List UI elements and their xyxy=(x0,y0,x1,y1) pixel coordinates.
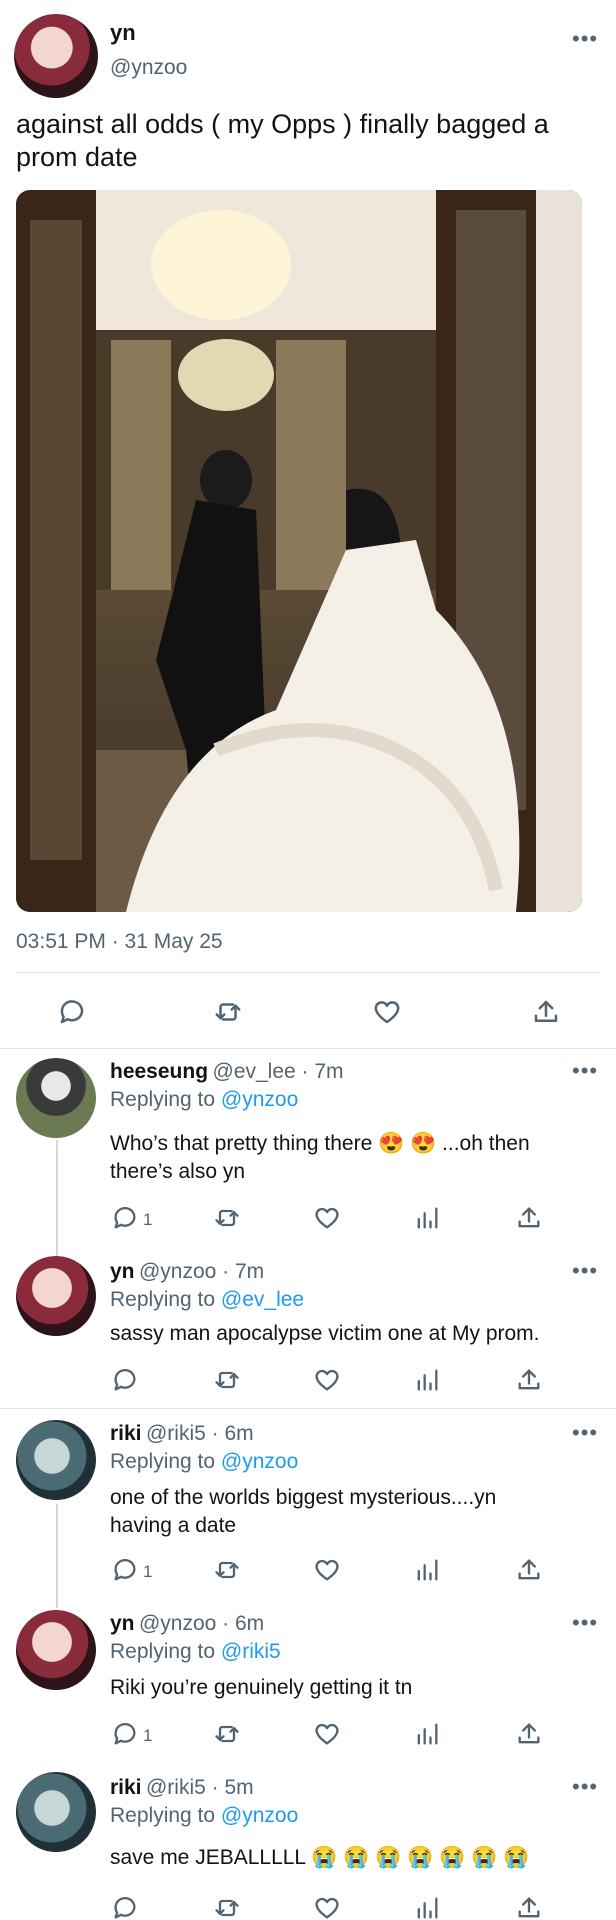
author-name[interactable]: heeseung xyxy=(110,1060,208,1083)
reply-icon[interactable] xyxy=(111,1894,139,1920)
replying-to: Replying to @ev_lee xyxy=(110,1288,304,1312)
reply-text: Riki you’re genuinely getting it tn xyxy=(110,1674,600,1702)
tweet-text-line: against all odds ( my Opps ) finally bag… xyxy=(16,109,549,139)
reply-text-line: having a date xyxy=(110,1514,237,1537)
author-handle[interactable]: @riki5 · 6m xyxy=(146,1422,254,1445)
replying-to-label: Replying to xyxy=(110,1288,221,1311)
views-icon[interactable] xyxy=(413,1204,441,1232)
like-icon[interactable] xyxy=(313,1894,341,1920)
like-icon[interactable] xyxy=(313,1366,341,1394)
photo-scene xyxy=(16,190,582,912)
replying-to: Replying to @ynzoo xyxy=(110,1450,298,1474)
reply-text-line: one of the worlds biggest mysterious....… xyxy=(110,1486,497,1509)
author-handle[interactable]: @riki5 · 5m xyxy=(146,1776,254,1799)
more-icon[interactable]: ••• xyxy=(572,1422,598,1444)
reply-text: Who’s that pretty thing there 😍 😍 ...oh … xyxy=(110,1130,600,1186)
reply-icon[interactable] xyxy=(111,1556,139,1584)
mention-link[interactable]: @ynzoo xyxy=(221,1450,298,1473)
reply-text: save me JEBALLLLL 😭 😭 😭 😭 😭 😭 😭 xyxy=(110,1844,610,1872)
mention-link[interactable]: @ynzoo xyxy=(221,1088,298,1111)
reply-text-line: Riki you’re genuinely getting it tn xyxy=(110,1676,413,1699)
reply-text-line: Who’s that pretty thing there 😍 😍 ...oh … xyxy=(110,1132,530,1155)
retweet-icon[interactable] xyxy=(213,997,243,1027)
share-icon[interactable] xyxy=(515,1366,543,1394)
reply-text-line: save me JEBALLLLL 😭 😭 😭 😭 😭 😭 😭 xyxy=(110,1846,530,1869)
tweet-photo[interactable] xyxy=(16,190,582,912)
divider xyxy=(0,1408,616,1409)
author-name[interactable]: yn xyxy=(110,1612,135,1635)
reply-count: 1 xyxy=(143,1562,153,1581)
reply-text-line: sassy man apocalypse victim one at My pr… xyxy=(110,1322,540,1345)
avatar[interactable] xyxy=(16,1256,96,1336)
author-handle[interactable]: @ynzoo · 6m xyxy=(139,1612,264,1635)
divider xyxy=(0,1048,616,1049)
views-icon[interactable] xyxy=(413,1720,441,1748)
views-icon[interactable] xyxy=(413,1556,441,1584)
reply-icon[interactable] xyxy=(111,1366,139,1394)
mention-link[interactable]: @ev_lee xyxy=(221,1288,304,1311)
reply-header: riki @riki5 · 6m xyxy=(110,1422,254,1446)
replying-to: Replying to @riki5 xyxy=(110,1640,281,1664)
mention-link[interactable]: @ynzoo xyxy=(221,1804,298,1827)
avatar[interactable] xyxy=(16,1610,96,1690)
avatar[interactable] xyxy=(16,1420,96,1500)
author-name[interactable]: riki xyxy=(110,1422,142,1445)
replying-to-label: Replying to xyxy=(110,1804,221,1827)
thread-line xyxy=(56,1504,58,1608)
tweet-text-line: prom date xyxy=(16,142,138,172)
more-icon[interactable]: ••• xyxy=(572,1060,598,1082)
thread-line xyxy=(56,1140,58,1260)
like-icon[interactable] xyxy=(313,1720,341,1748)
share-icon[interactable] xyxy=(515,1720,543,1748)
reply-header: riki @riki5 · 5m xyxy=(110,1776,254,1800)
share-icon[interactable] xyxy=(515,1894,543,1920)
avatar[interactable] xyxy=(14,14,98,98)
replying-to: Replying to @ynzoo xyxy=(110,1804,298,1828)
replying-to-label: Replying to xyxy=(110,1450,221,1473)
like-icon[interactable] xyxy=(372,997,402,1027)
more-icon[interactable]: ••• xyxy=(572,1260,598,1282)
avatar[interactable] xyxy=(16,1772,96,1852)
reply-count: 1 xyxy=(143,1210,153,1229)
author-handle[interactable]: @ev_lee · 7m xyxy=(212,1060,343,1083)
author-name[interactable]: riki xyxy=(110,1776,142,1799)
retweet-icon[interactable] xyxy=(213,1556,241,1584)
like-icon[interactable] xyxy=(313,1556,341,1584)
reply-text-line: there’s also yn xyxy=(110,1160,246,1183)
tweet-text: against all odds ( my Opps ) finally bag… xyxy=(16,108,606,174)
share-icon[interactable] xyxy=(515,1556,543,1584)
views-icon[interactable] xyxy=(413,1366,441,1394)
reply-header: heeseung @ev_lee · 7m xyxy=(110,1060,344,1084)
reply-icon[interactable] xyxy=(111,1720,139,1748)
more-icon[interactable]: ••• xyxy=(572,1612,598,1634)
author-handle[interactable]: @ynzoo xyxy=(110,56,187,80)
like-icon[interactable] xyxy=(313,1204,341,1232)
reply-header: yn @ynzoo · 6m xyxy=(110,1612,264,1636)
more-icon[interactable]: ••• xyxy=(572,28,598,50)
reply-header: yn @ynzoo · 7m xyxy=(110,1260,264,1284)
replying-to-label: Replying to xyxy=(110,1088,221,1111)
retweet-icon[interactable] xyxy=(213,1366,241,1394)
reply-count: 1 xyxy=(143,1726,153,1745)
author-handle[interactable]: @ynzoo · 7m xyxy=(139,1260,264,1283)
divider xyxy=(16,972,600,973)
share-icon[interactable] xyxy=(515,1204,543,1232)
mention-link[interactable]: @riki5 xyxy=(221,1640,281,1663)
reply-text: sassy man apocalypse victim one at My pr… xyxy=(110,1320,600,1348)
reply-icon[interactable] xyxy=(111,1204,139,1232)
retweet-icon[interactable] xyxy=(213,1720,241,1748)
replying-to-label: Replying to xyxy=(110,1640,221,1663)
author-name[interactable]: yn xyxy=(110,20,136,46)
reply-icon[interactable] xyxy=(57,997,87,1027)
retweet-icon[interactable] xyxy=(213,1894,241,1920)
replying-to: Replying to @ynzoo xyxy=(110,1088,298,1112)
avatar[interactable] xyxy=(16,1058,96,1138)
views-icon[interactable] xyxy=(413,1894,441,1920)
more-icon[interactable]: ••• xyxy=(572,1776,598,1798)
reply-text: one of the worlds biggest mysterious....… xyxy=(110,1484,600,1540)
tweet-timestamp[interactable]: 03:51 PM · 31 May 25 xyxy=(16,930,223,954)
share-icon[interactable] xyxy=(531,997,561,1027)
author-name[interactable]: yn xyxy=(110,1260,135,1283)
retweet-icon[interactable] xyxy=(213,1204,241,1232)
